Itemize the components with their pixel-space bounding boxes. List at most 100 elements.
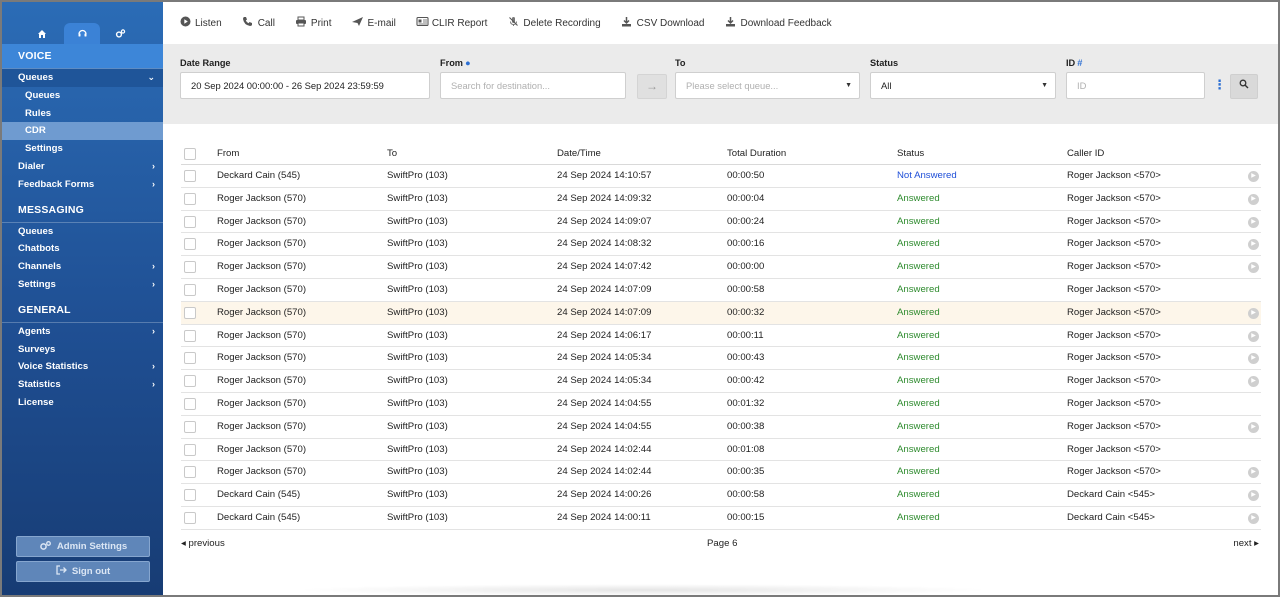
main-content: Listen Call Print E-mail CLIR Report Del…	[163, 2, 1278, 596]
sidebar-item-surveys[interactable]: Surveys	[2, 341, 163, 359]
cell-from: Roger Jackson (570)	[217, 397, 307, 409]
table-row[interactable]: Roger Jackson (570) SwiftPro (103) 24 Sep …	[181, 416, 1261, 439]
row-checkbox[interactable]	[184, 192, 196, 205]
select-all-checkbox[interactable]	[184, 148, 196, 160]
play-recording-icon[interactable]: ▶	[1248, 490, 1259, 502]
date-range-input[interactable]: 20 Sep 2024 00:00:00 - 26 Sep 2024 23:59…	[180, 72, 430, 99]
row-checkbox[interactable]	[184, 352, 196, 365]
row-checkbox[interactable]	[184, 283, 196, 296]
row-checkbox[interactable]	[184, 329, 196, 342]
status-label: Status	[870, 58, 899, 68]
cell-status: Answered	[897, 261, 940, 273]
headset-icon[interactable]	[64, 23, 100, 44]
col-datetime[interactable]: Date/Time	[557, 143, 601, 165]
table-row[interactable]: Roger Jackson (570) SwiftPro (103) 24 Sep …	[181, 393, 1261, 416]
row-checkbox[interactable]	[184, 306, 196, 319]
row-checkbox[interactable]	[184, 489, 196, 502]
print-button[interactable]: Print	[295, 16, 331, 30]
play-recording-icon[interactable]: ▶	[1248, 171, 1259, 182]
play-recording-icon[interactable]: ▶	[1248, 467, 1259, 479]
sidebar-item-agents[interactable]: Agents ›	[2, 323, 163, 341]
clir-report-button[interactable]: CLIR Report	[416, 16, 487, 30]
home-icon[interactable]	[24, 23, 60, 44]
sidebar-subitem-cdr[interactable]: CDR	[2, 122, 163, 141]
row-checkbox[interactable]	[184, 261, 196, 274]
listen-button[interactable]: Listen	[179, 16, 222, 30]
col-to[interactable]: To	[387, 143, 397, 165]
previous-link[interactable]: ◂ previous	[181, 538, 225, 549]
play-recording-icon[interactable]: ▶	[1248, 376, 1259, 388]
sidebar-item-statistics[interactable]: Statistics ›	[2, 376, 163, 394]
admin-settings-button[interactable]: Admin Settings	[16, 536, 150, 557]
row-checkbox[interactable]	[184, 511, 196, 524]
delete-recording-label: Delete Recording	[523, 17, 601, 29]
row-checkbox[interactable]	[184, 443, 196, 456]
sidebar-item-msg-queues[interactable]: Queues	[2, 223, 163, 241]
sidebar-item-label: Queues	[18, 72, 54, 83]
row-checkbox[interactable]	[184, 215, 196, 228]
sidebar-item-msg-settings[interactable]: Settings ›	[2, 276, 163, 294]
col-status[interactable]: Status	[897, 143, 924, 165]
sidebar-subitem-settings[interactable]: Settings	[2, 140, 163, 158]
table-row[interactable]: Roger Jackson (570) SwiftPro (103) 24 Sep …	[181, 325, 1261, 348]
sidebar-item-label: Agents	[18, 325, 51, 337]
table-row[interactable]: Roger Jackson (570) SwiftPro (103) 24 Sep …	[181, 188, 1261, 211]
more-options-icon[interactable]: ⋮	[1213, 77, 1226, 93]
next-link[interactable]: next ▸	[1233, 538, 1259, 549]
cogs-icon[interactable]	[102, 23, 138, 44]
row-checkbox[interactable]	[184, 397, 196, 410]
col-caller-id[interactable]: Caller ID	[1067, 143, 1104, 165]
sidebar-item-feedback-forms[interactable]: Feedback Forms ›	[2, 176, 163, 194]
play-recording-icon[interactable]: ▶	[1248, 353, 1259, 365]
csv-download-button[interactable]: CSV Download	[621, 16, 704, 30]
table-row[interactable]: Roger Jackson (570) SwiftPro (103) 24 Sep …	[181, 279, 1261, 302]
play-recording-icon[interactable]: ▶	[1248, 262, 1259, 274]
row-checkbox[interactable]	[184, 375, 196, 388]
sign-out-button[interactable]: Sign out	[16, 561, 150, 582]
play-recording-icon[interactable]: ▶	[1248, 239, 1259, 251]
play-recording-icon[interactable]: ▶	[1248, 193, 1259, 205]
sign-out-label: Sign out	[71, 566, 111, 577]
download-icon	[724, 16, 736, 30]
sidebar-item-license[interactable]: License	[2, 394, 163, 412]
play-recording-icon[interactable]: ▶	[1248, 307, 1259, 319]
arrow-right-button[interactable]: →	[637, 74, 667, 99]
sidebar-subitem-rules[interactable]: Rules	[2, 105, 163, 123]
play-recording-icon[interactable]: ▶	[1248, 421, 1259, 433]
table-row[interactable]: Roger Jackson (570) SwiftPro (103) 24 Sep …	[181, 233, 1261, 257]
sidebar-item-chatbots[interactable]: Chatbots	[2, 240, 163, 258]
table-row[interactable]: Roger Jackson (570) SwiftPro (103) 24 Sep …	[181, 256, 1261, 279]
table-row[interactable]: Roger Jackson (570) SwiftPro (103) 24 Sep …	[181, 301, 1261, 325]
table-row[interactable]: Roger Jackson (570) SwiftPro (103) 24 Sep …	[181, 370, 1261, 393]
play-recording-icon[interactable]: ▶	[1248, 512, 1259, 524]
table-row[interactable]: Deckard Cain (545) SwiftPro (103) 24 Sep 2…	[181, 484, 1261, 507]
table-row[interactable]: Roger Jackson (570) SwiftPro (103) 24 Sep …	[181, 347, 1261, 371]
to-queue-select[interactable]: Please select queue... ▼	[675, 72, 860, 99]
col-from[interactable]: From	[217, 143, 239, 165]
col-duration[interactable]: Total Duration	[727, 143, 786, 165]
row-checkbox[interactable]	[184, 466, 196, 479]
sidebar-item-channels[interactable]: Channels ›	[2, 258, 163, 276]
delete-recording-button[interactable]: Delete Recording	[507, 16, 601, 30]
call-button[interactable]: Call	[242, 16, 275, 30]
status-select[interactable]: All ▼	[870, 72, 1056, 99]
table-row[interactable]: Deckard Cain (545) SwiftPro (103) 24 Sep 2…	[181, 165, 1261, 188]
row-checkbox[interactable]	[184, 170, 196, 182]
sidebar-item-queues[interactable]: Queues ⌄	[2, 69, 163, 87]
play-recording-icon[interactable]: ▶	[1248, 216, 1259, 228]
sidebar-item-voice-statistics[interactable]: Voice Statistics ›	[2, 358, 163, 376]
table-row[interactable]: Roger Jackson (570) SwiftPro (103) 24 Sep …	[181, 211, 1261, 234]
row-checkbox[interactable]	[184, 420, 196, 433]
table-row[interactable]: Roger Jackson (570) SwiftPro (103) 24 Sep …	[181, 439, 1261, 462]
row-checkbox[interactable]	[184, 238, 196, 251]
search-button[interactable]	[1230, 74, 1258, 99]
download-feedback-button[interactable]: Download Feedback	[724, 16, 832, 30]
email-button[interactable]: E-mail	[351, 16, 396, 30]
play-recording-icon[interactable]: ▶	[1248, 330, 1259, 342]
sidebar-item-dialer[interactable]: Dialer ›	[2, 158, 163, 176]
table-row[interactable]: Deckard Cain (545) SwiftPro (103) 24 Sep 2…	[181, 507, 1261, 530]
from-search-input[interactable]: Search for destination...	[440, 72, 626, 99]
sidebar-subitem-queues[interactable]: Queues	[2, 87, 163, 105]
id-input[interactable]: ID	[1066, 72, 1205, 99]
table-row[interactable]: Roger Jackson (570) SwiftPro (103) 24 Sep …	[181, 461, 1261, 485]
